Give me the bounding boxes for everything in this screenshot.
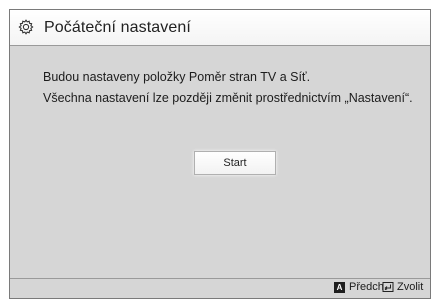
select-hint[interactable]: Zvolit bbox=[382, 281, 423, 293]
dialog-title-bar: Počáteční nastavení bbox=[10, 10, 430, 46]
start-button[interactable]: Start bbox=[194, 151, 276, 175]
previous-hint[interactable]: A Předch. bbox=[334, 281, 387, 293]
enter-icon bbox=[382, 282, 394, 292]
dialog-message: Budou nastaveny položky Poměr stran TV a… bbox=[43, 67, 426, 109]
message-line-2: Všechna nastavení lze později změnit pro… bbox=[43, 91, 413, 105]
dialog-title: Počáteční nastavení bbox=[44, 19, 191, 36]
select-label: Zvolit bbox=[397, 281, 424, 293]
message-line-1: Budou nastaveny položky Poměr stran TV a… bbox=[43, 70, 311, 84]
a-key-icon: A bbox=[334, 281, 345, 293]
gear-icon bbox=[18, 19, 34, 35]
dialog-footer: A Předch. Zvolit bbox=[10, 278, 430, 298]
initial-settings-dialog: Počáteční nastavení Budou nastaveny polo… bbox=[9, 9, 431, 299]
